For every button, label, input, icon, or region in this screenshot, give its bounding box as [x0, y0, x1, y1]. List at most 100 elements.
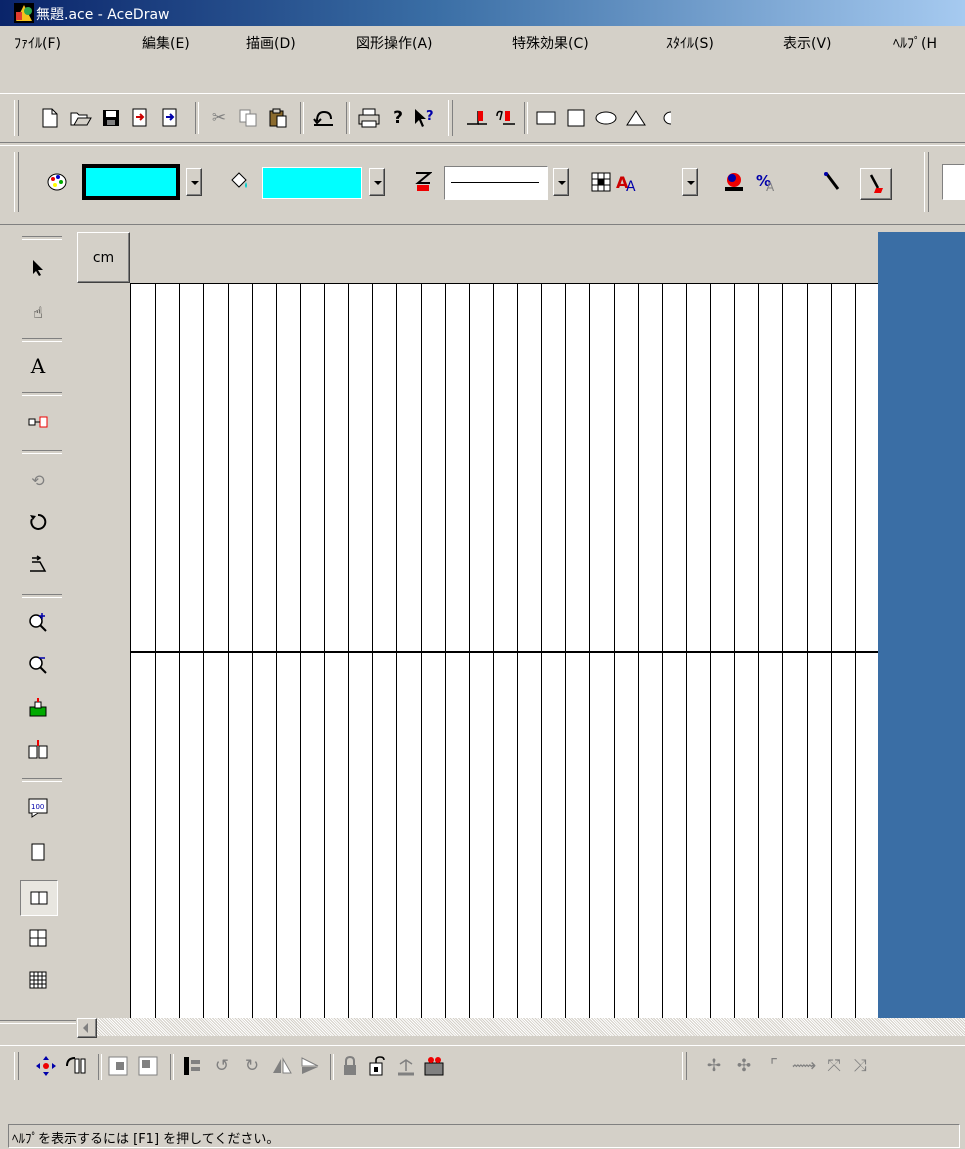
vertical-ruler[interactable]: [77, 283, 130, 1018]
menu-edit[interactable]: 編集(E): [142, 33, 190, 53]
toolbar-grip[interactable]: [14, 1052, 19, 1080]
two-page-view-icon[interactable]: [20, 880, 58, 916]
rotate-tool-icon[interactable]: [26, 510, 50, 534]
zoom-page-icon[interactable]: [26, 696, 50, 720]
skew-tool-icon[interactable]: [26, 552, 50, 576]
fill-color-swatch[interactable]: [262, 167, 362, 199]
distribute-icon[interactable]: [180, 1054, 204, 1078]
toolbar-separator: [98, 1054, 102, 1080]
text-tool-icon[interactable]: A: [26, 354, 50, 378]
node-delete-icon[interactable]: ✣: [732, 1054, 756, 1078]
node-break-icon[interactable]: ⤧: [822, 1054, 846, 1078]
toolbar-grip[interactable]: [682, 1052, 687, 1080]
move-icon[interactable]: [34, 1054, 58, 1078]
status-panel: ﾍﾙﾌﾟを表示するには [F1] を押してください。: [8, 1124, 960, 1148]
save-icon[interactable]: [99, 106, 123, 130]
square-icon[interactable]: [564, 106, 588, 130]
copy-icon[interactable]: [236, 106, 260, 130]
line-style-select[interactable]: [444, 166, 548, 200]
anchor-icon[interactable]: [394, 1054, 418, 1078]
horizontal-scrollbar[interactable]: [77, 1018, 965, 1038]
menu-draw[interactable]: 描画(D): [246, 33, 296, 53]
flip-horizontal-icon[interactable]: [298, 1054, 322, 1078]
reshape-tool-icon[interactable]: ⟲: [26, 468, 50, 492]
help-icon[interactable]: ?: [386, 106, 410, 130]
text-effect-dropdown[interactable]: [682, 168, 698, 196]
line-style-icon[interactable]: [411, 170, 435, 194]
hand-pan-icon[interactable]: ☝: [26, 300, 50, 324]
shadow-icon[interactable]: [722, 170, 746, 194]
align-icon[interactable]: [64, 1054, 88, 1078]
cut-icon[interactable]: ✂: [207, 106, 231, 130]
zoom-100-icon[interactable]: 100: [26, 796, 50, 820]
rotate-left-icon[interactable]: ↺: [210, 1054, 234, 1078]
zoom-out-icon[interactable]: [26, 652, 50, 676]
multi-page-view-icon[interactable]: [26, 968, 50, 992]
import-icon[interactable]: [128, 106, 152, 130]
node-corner-icon[interactable]: ⌜: [762, 1054, 786, 1078]
zoom-in-icon[interactable]: [26, 610, 50, 634]
node-add-icon[interactable]: ✢: [702, 1054, 726, 1078]
four-page-view-icon[interactable]: [26, 926, 50, 950]
fill-color-dropdown[interactable]: [369, 168, 385, 196]
drawing-page[interactable]: [130, 283, 878, 1018]
zoom-width-icon[interactable]: [26, 738, 50, 762]
fill-bucket-icon[interactable]: [227, 170, 251, 194]
flip-vertical-icon[interactable]: [270, 1054, 294, 1078]
scroll-left-button[interactable]: [77, 1018, 97, 1038]
print-icon[interactable]: [357, 106, 381, 130]
line-color-swatch[interactable]: [82, 164, 180, 200]
select-arrow-icon[interactable]: [26, 256, 50, 280]
text-effect-icon[interactable]: AA: [616, 170, 640, 194]
menu-special-effects[interactable]: 特殊効果(C): [512, 33, 589, 53]
pattern-icon[interactable]: [589, 170, 613, 194]
node-join-icon[interactable]: ⤨: [848, 1054, 872, 1078]
eyedropper-icon[interactable]: [820, 170, 844, 194]
menu-view[interactable]: 表示(V): [783, 33, 832, 53]
partial-shape-icon[interactable]: [652, 106, 676, 130]
bring-to-front-icon[interactable]: [494, 106, 518, 130]
line-style-dropdown[interactable]: [553, 168, 569, 196]
rotate-right-icon[interactable]: ↻: [240, 1054, 264, 1078]
new-document-icon[interactable]: [38, 106, 62, 130]
lock-icon[interactable]: [338, 1054, 362, 1078]
menu-style[interactable]: ｽﾀｲﾙ(S): [666, 33, 714, 53]
special-icon[interactable]: [422, 1054, 446, 1078]
font-name-field[interactable]: [942, 164, 965, 200]
context-help-icon[interactable]: ?: [413, 106, 437, 130]
menu-help[interactable]: ﾍﾙﾌﾟ(H: [893, 33, 937, 53]
desktop-area[interactable]: [878, 232, 965, 1018]
toolbar-grip[interactable]: [14, 100, 19, 136]
ellipse-icon[interactable]: [594, 106, 618, 130]
export-icon[interactable]: [158, 106, 182, 130]
node-smooth-icon[interactable]: ⟿: [792, 1054, 816, 1078]
group-icon[interactable]: [106, 1054, 130, 1078]
toolbar-grip[interactable]: [14, 152, 19, 212]
triangle-icon[interactable]: [624, 106, 648, 130]
gradient-text-icon[interactable]: % A: [754, 170, 778, 194]
svg-text:A: A: [766, 180, 775, 193]
single-page-view-icon[interactable]: [26, 840, 50, 864]
toolbar-grip[interactable]: [448, 100, 453, 136]
style-copy-button[interactable]: [860, 168, 892, 200]
connector-tool-icon[interactable]: [26, 410, 50, 434]
app-icon[interactable]: [14, 3, 34, 23]
line-style-preview: [451, 182, 539, 183]
rectangle-icon[interactable]: [534, 106, 558, 130]
toolbox-separator: [22, 778, 62, 782]
ungroup-icon[interactable]: [136, 1054, 160, 1078]
title-bar[interactable]: 無題.ace - AceDraw: [0, 0, 965, 26]
horizontal-ruler[interactable]: [130, 232, 878, 283]
send-to-back-icon[interactable]: [465, 106, 489, 130]
unlock-icon[interactable]: [366, 1054, 390, 1078]
undo-icon[interactable]: [312, 106, 336, 130]
menu-file[interactable]: ﾌｧｲﾙ(F): [14, 33, 61, 53]
line-color-palette-icon[interactable]: [45, 170, 69, 194]
paste-icon[interactable]: [266, 106, 290, 130]
toolbar-grip[interactable]: [924, 152, 929, 212]
line-color-dropdown[interactable]: [186, 168, 202, 196]
open-folder-icon[interactable]: [69, 106, 93, 130]
ruler-unit-corner[interactable]: cm: [77, 232, 130, 283]
menu-bar: ﾌｧｲﾙ(F) 編集(E) 描画(D) 図形操作(A) 特殊効果(C) ｽﾀｲﾙ…: [0, 26, 965, 59]
menu-shape-operations[interactable]: 図形操作(A): [356, 33, 433, 53]
